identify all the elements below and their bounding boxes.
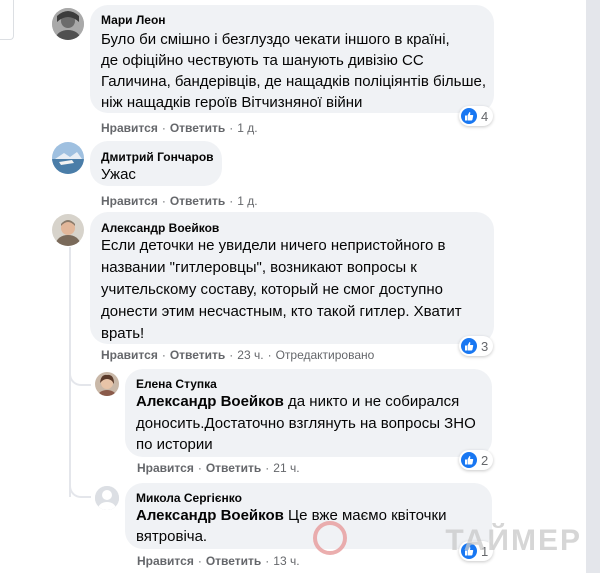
thread-connector (69, 360, 91, 386)
comment-author[interactable]: Мари Леон (101, 13, 166, 27)
comment-text-line: Галичина, бандерівців, де нащадків поліц… (101, 73, 487, 90)
timestamp[interactable]: 1 д. (237, 121, 257, 135)
avatar-icon[interactable] (95, 486, 119, 510)
thumbs-up-icon (461, 108, 477, 124)
comment-text-line: врать! (101, 325, 145, 342)
timestamp[interactable]: 13 ч. (273, 554, 299, 568)
avatar[interactable] (52, 8, 84, 40)
reply-text-line: вятровiча. (136, 528, 208, 545)
reaction-number: 2 (481, 452, 489, 468)
comment-text-line: ніж нащадків героїв Вітчизняної війни (101, 94, 363, 111)
thumbs-up-icon (461, 338, 477, 354)
thumbs-up-icon (461, 452, 477, 468)
comment-text-line: названии "гитлеровцы", возникают вопросы… (101, 259, 417, 276)
comment-text-line: Если деточки не увидели ничего непристой… (101, 237, 446, 254)
left-panel-edge (0, 0, 14, 40)
reply-actions: Нравится · Ответить · 13 ч. (137, 554, 300, 568)
reply-text-line: по истории (136, 436, 213, 453)
like-button[interactable]: Нравится (137, 461, 194, 475)
mention-link[interactable]: Александр Воейков (136, 393, 284, 410)
reaction-number: 3 (481, 338, 489, 354)
comment-text-line: донести этим несчастным, кто такой гитле… (101, 303, 462, 320)
avatar[interactable] (52, 142, 84, 174)
reply-text-line: Александр Воейков да никто и не собиралс… (136, 391, 459, 412)
reply-button[interactable]: Ответить (170, 121, 225, 135)
reply-text-line: Александр Воейков Це вже маємо квіточки (136, 505, 446, 526)
scrollbar-track[interactable] (586, 0, 600, 573)
comment-actions: Нравится · Ответить · 23 ч. · Отредактировано (101, 348, 375, 362)
reply-button[interactable]: Ответить (170, 194, 225, 208)
reply-text: Це вже маємо квіточки (283, 507, 447, 524)
comment-actions: Нравится · Ответить · 1 д. (101, 194, 258, 208)
reply-author[interactable]: Елена Ступка (136, 377, 217, 391)
thread-connector (69, 472, 91, 498)
reply-author[interactable]: Микола Сергієнко (136, 491, 242, 505)
reply-button[interactable]: Ответить (206, 461, 261, 475)
comment-actions: Нравится · Ответить · 1 д. (101, 121, 258, 135)
mention-link[interactable]: Александр Воейков (136, 507, 284, 524)
reply-text: да никто и не собирался (283, 393, 460, 410)
reaction-count[interactable]: 3 (459, 336, 494, 356)
comment-text-line: учительскому составу, который не смог до… (101, 281, 443, 298)
timestamp[interactable]: 23 ч. (237, 348, 263, 362)
comment-author[interactable]: Дмитрий Гончаров (101, 150, 214, 164)
reply-button[interactable]: Ответить (206, 554, 261, 568)
reaction-count[interactable]: 2 (459, 450, 494, 470)
reply-actions: Нравится · Ответить · 21 ч. (137, 461, 300, 475)
timestamp[interactable]: 21 ч. (273, 461, 299, 475)
like-button[interactable]: Нравится (137, 554, 194, 568)
like-button[interactable]: Нравится (101, 121, 158, 135)
comment-text-line: де офіційно чествують та шанують дивізію… (101, 52, 424, 69)
reply-text-line: доносить.Достаточно взглянуть на вопросы… (136, 415, 476, 432)
edited-label[interactable]: Отредактировано (276, 348, 375, 362)
reaction-count[interactable]: 4 (459, 106, 494, 126)
avatar[interactable] (95, 372, 119, 396)
timestamp[interactable]: 1 д. (237, 194, 257, 208)
like-button[interactable]: Нравится (101, 348, 158, 362)
comment-author[interactable]: Александр Воейков (101, 221, 219, 235)
watermark: ТАЙМЕР (445, 524, 582, 557)
reply-button[interactable]: Ответить (170, 348, 225, 362)
comment-text-line: Було би смішно і безглуздо чекати іншого… (101, 31, 450, 48)
avatar[interactable] (52, 214, 84, 246)
reaction-number: 4 (481, 108, 489, 124)
like-button[interactable]: Нравится (101, 194, 158, 208)
comment-text-line: Ужас (101, 166, 136, 183)
watermark-logo-icon (313, 521, 347, 555)
